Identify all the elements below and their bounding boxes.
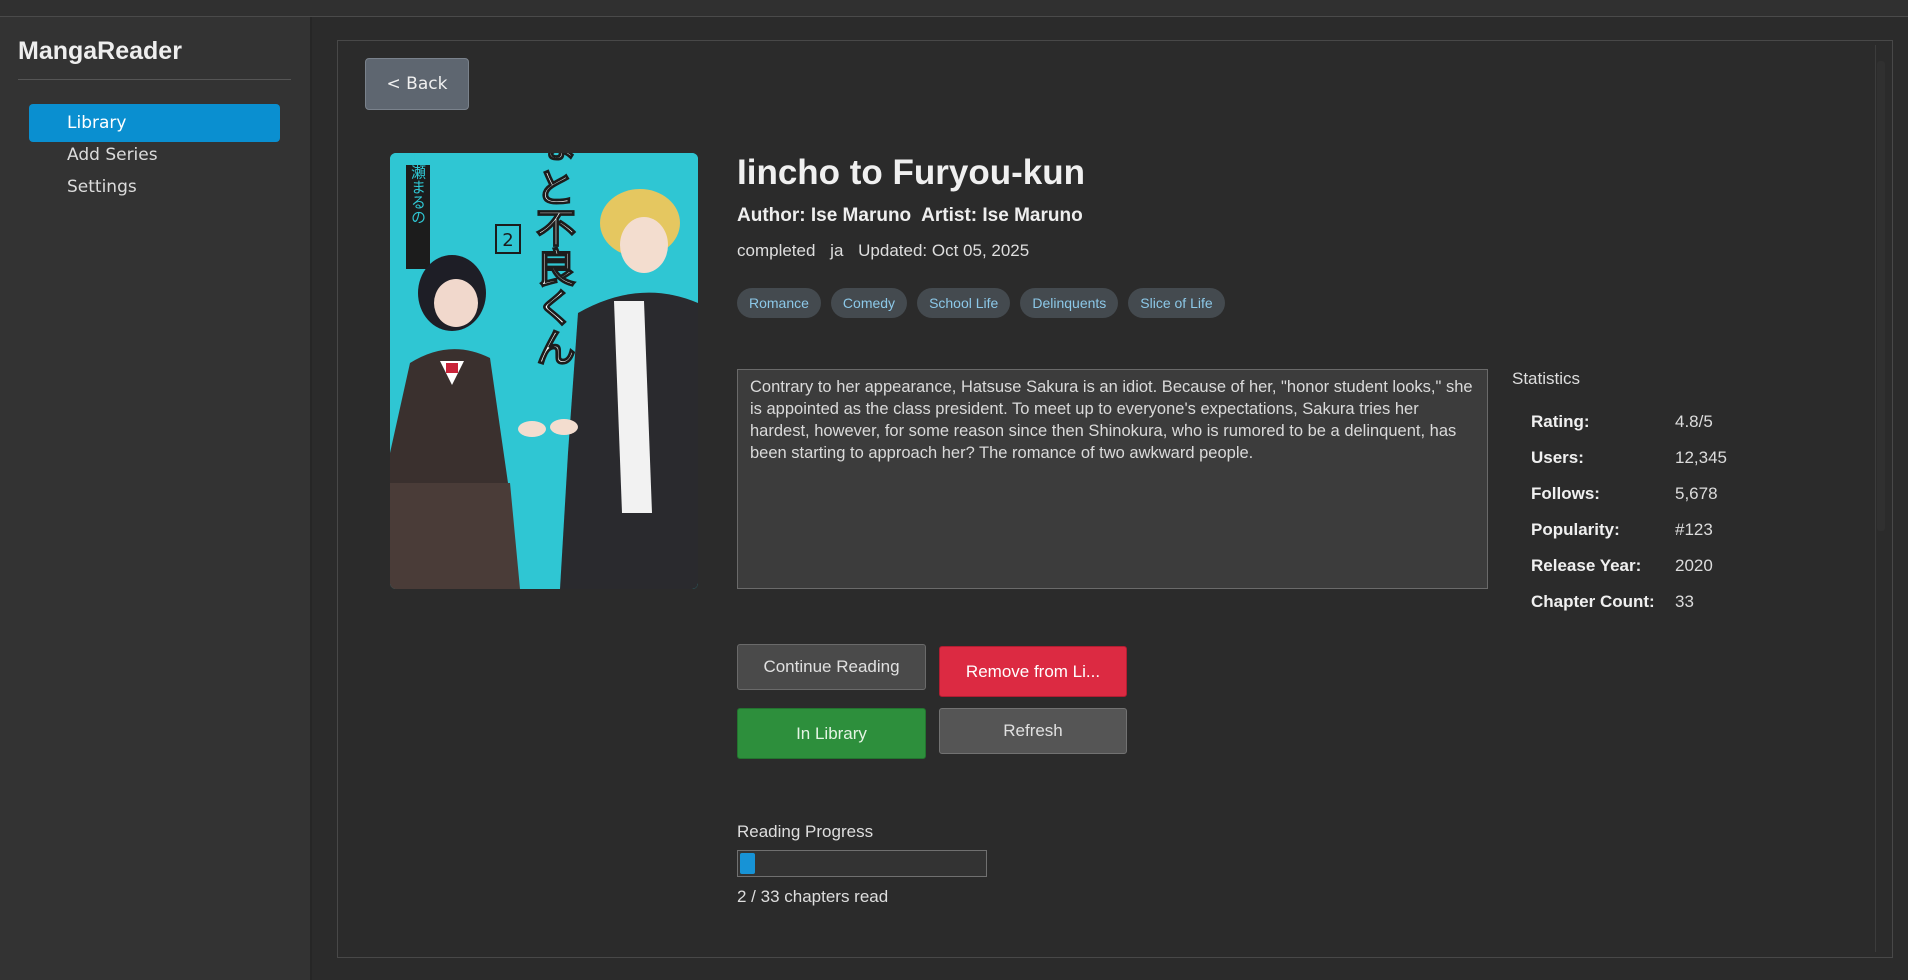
cover-volume-number: 2 bbox=[502, 230, 513, 251]
reading-progress-text: 2 / 33 chapters read bbox=[737, 887, 889, 906]
main-content: < Back 伊瀬まるの 2 いいんちょと不良くん Iincho to Fury… bbox=[312, 17, 1908, 980]
sidebar-item-settings[interactable]: Settings bbox=[29, 168, 280, 206]
stat-value: 2020 bbox=[1675, 556, 1713, 575]
tag-chip[interactable]: Slice of Life bbox=[1128, 288, 1225, 318]
cover-author-text: 伊瀬まるの bbox=[409, 153, 427, 225]
description-textarea[interactable]: Contrary to her appearance, Hatsuse Saku… bbox=[737, 369, 1488, 589]
stat-row-rating: Rating: 4.8/5 bbox=[1531, 404, 1727, 440]
statistics-heading: Statistics bbox=[1512, 369, 1581, 388]
tag-chip[interactable]: Delinquents bbox=[1020, 288, 1119, 318]
stat-row-users: Users: 12,345 bbox=[1531, 440, 1727, 476]
stat-row-chapter-count: Chapter Count: 33 bbox=[1531, 584, 1727, 620]
stat-value: 5,678 bbox=[1675, 484, 1718, 503]
stat-row-follows: Follows: 5,678 bbox=[1531, 476, 1727, 512]
series-detail-panel: < Back 伊瀬まるの 2 いいんちょと不良くん Iincho to Fury… bbox=[337, 40, 1893, 958]
series-title: Iincho to Furyou-kun bbox=[737, 153, 1086, 192]
stat-value: 33 bbox=[1675, 592, 1694, 611]
scrollbar-thumb[interactable] bbox=[1877, 61, 1885, 531]
reading-progress-fill bbox=[740, 853, 755, 874]
stat-value: 4.8/5 bbox=[1675, 412, 1713, 431]
series-updated: Updated: Oct 05, 2025 bbox=[858, 241, 1030, 260]
series-credits: Author: Ise Maruno Artist: Ise Maruno bbox=[737, 205, 1093, 227]
refresh-button[interactable]: Refresh bbox=[939, 708, 1127, 754]
stat-value: #123 bbox=[1675, 520, 1713, 539]
stat-row-popularity: Popularity: #123 bbox=[1531, 512, 1727, 548]
series-language: ja bbox=[830, 241, 844, 260]
continue-reading-button[interactable]: Continue Reading bbox=[737, 644, 926, 690]
vertical-scrollbar[interactable] bbox=[1875, 45, 1886, 952]
sidebar: MangaReader Library Add Series Settings bbox=[0, 17, 312, 980]
stat-key: Follows: bbox=[1531, 484, 1600, 503]
window-top-bar bbox=[0, 0, 1908, 17]
cover-illustration: 伊瀬まるの 2 いいんちょと不良くん bbox=[390, 153, 698, 589]
remove-from-library-button[interactable]: Remove from Li... bbox=[939, 646, 1127, 697]
stat-key: Popularity: bbox=[1531, 520, 1620, 539]
stat-key: Rating: bbox=[1531, 412, 1590, 431]
reading-progress-bar bbox=[737, 850, 987, 877]
back-button[interactable]: < Back bbox=[365, 58, 469, 110]
cover-title-text: いいんちょと不良くん bbox=[529, 153, 576, 367]
series-meta: completed ja Updated: Oct 05, 2025 bbox=[737, 241, 1039, 261]
cover-image: 伊瀬まるの 2 いいんちょと不良くん bbox=[390, 153, 698, 589]
stat-row-release-year: Release Year: 2020 bbox=[1531, 548, 1727, 584]
stat-key: Users: bbox=[1531, 448, 1584, 467]
stat-value: 12,345 bbox=[1675, 448, 1727, 467]
sidebar-divider bbox=[18, 79, 291, 80]
statistics-table: Rating: 4.8/5 Users: 12,345 Follows: 5,678 … bbox=[1531, 404, 1727, 620]
reading-progress-label: Reading Progress bbox=[737, 822, 874, 841]
series-status: completed bbox=[737, 241, 816, 260]
stat-key: Chapter Count: bbox=[1531, 592, 1655, 611]
in-library-button[interactable]: In Library bbox=[737, 708, 926, 759]
series-artist: Artist: Ise Maruno bbox=[921, 205, 1083, 226]
stat-key: Release Year: bbox=[1531, 556, 1642, 575]
tag-chip[interactable]: School Life bbox=[917, 288, 1011, 318]
series-author: Author: Ise Maruno bbox=[737, 205, 912, 226]
app-title: MangaReader bbox=[18, 37, 182, 65]
tag-chip[interactable]: Romance bbox=[737, 288, 821, 318]
tag-chip[interactable]: Comedy bbox=[830, 288, 908, 318]
tag-list: Romance Comedy School Life Delinquents S… bbox=[737, 288, 1225, 318]
